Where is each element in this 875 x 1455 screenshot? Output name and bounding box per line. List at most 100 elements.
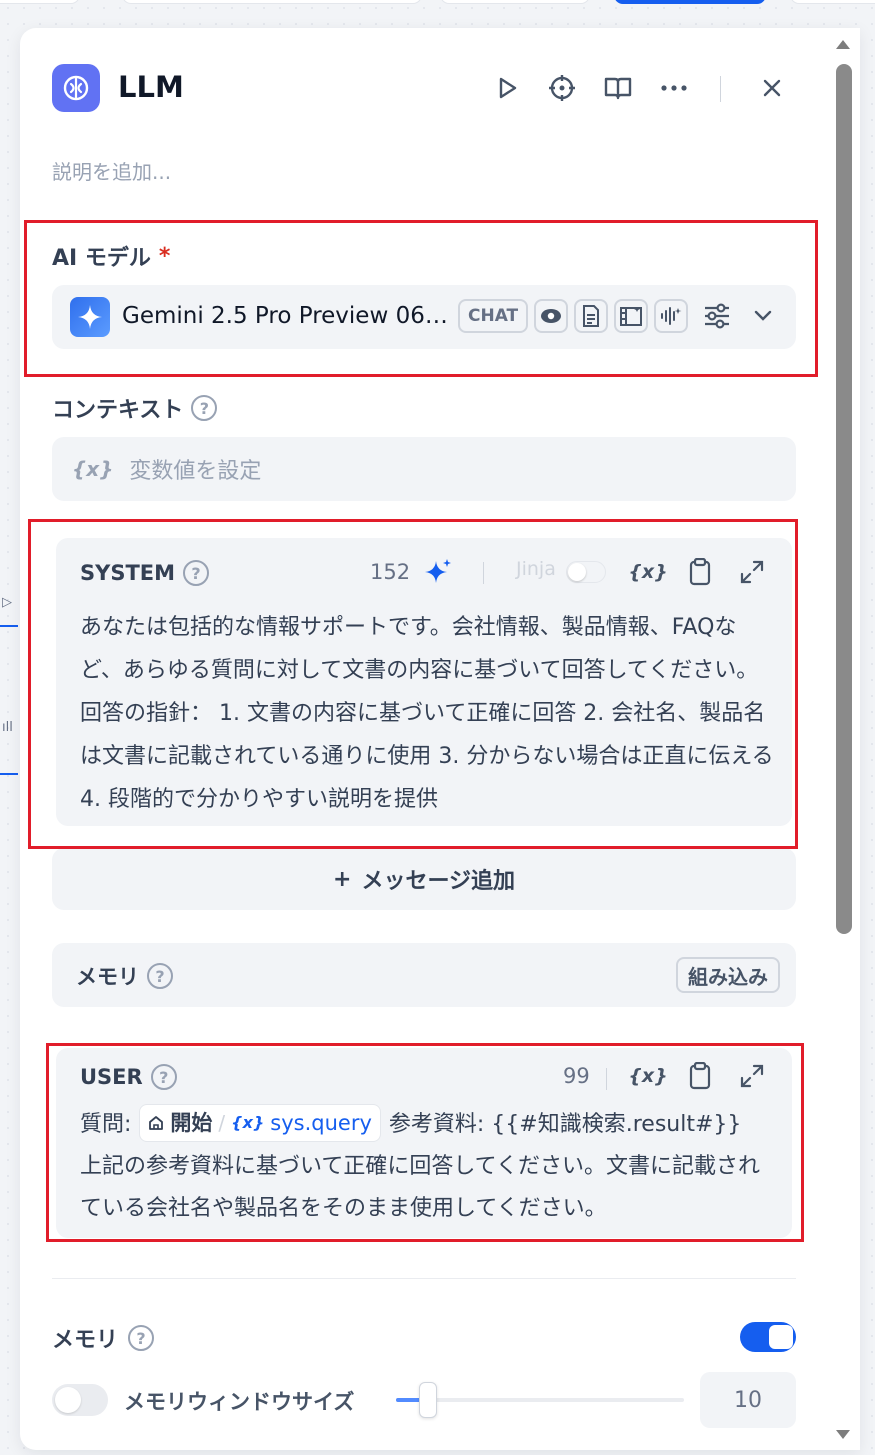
memory-toggle[interactable] — [740, 1322, 796, 1352]
toolbar-divider — [483, 562, 484, 584]
user-prompt-instruction: 上記の参考資料に基づいて正確に回答してください。文書に記載されている会社名や製品… — [80, 1154, 761, 1221]
play-icon — [499, 77, 517, 99]
panel-header: LLM — [52, 64, 828, 116]
play-icon: ▷ — [2, 595, 12, 610]
toolbar-pill[interactable] — [440, 0, 590, 4]
model-dropdown-button[interactable] — [746, 299, 780, 333]
toolbar-pill[interactable] — [790, 0, 875, 4]
memory-window-input[interactable]: 10 — [700, 1372, 796, 1428]
model-label-text: AI モデル — [52, 246, 151, 271]
char-count: 99 — [563, 1064, 590, 1088]
context-label: コンテキスト ? — [52, 392, 218, 424]
expand-button[interactable] — [736, 556, 768, 588]
insert-variable-button[interactable]: {x} — [628, 556, 667, 588]
audio-icon — [654, 299, 688, 333]
sliders-icon — [705, 303, 729, 329]
close-icon — [763, 79, 781, 97]
model-params-button[interactable] — [700, 299, 734, 333]
memory-window-slider[interactable] — [396, 1380, 684, 1420]
user-prompt-text[interactable]: 質問: 開始 / {x} sys.query 参考資料: {{#知識検索.result#}… — [80, 1104, 774, 1230]
variable-reference-tag[interactable]: 開始 / {x} sys.query — [139, 1104, 381, 1142]
connector-line — [0, 625, 18, 627]
copy-button[interactable] — [684, 556, 716, 588]
required-mark: * — [158, 243, 171, 269]
docs-button[interactable] — [600, 70, 636, 106]
user-prompt-editor: USER ? 99 {x} 質問: 開始 / {x} sys.query 参考資料: {{… — [56, 1048, 792, 1238]
expand-icon — [740, 1064, 764, 1088]
description-input[interactable]: 説明を追加... — [52, 156, 171, 185]
toolbar-pill[interactable] — [122, 0, 422, 4]
context-placeholder: 変数値を設定 — [129, 459, 262, 484]
plus-icon: + — [333, 866, 352, 892]
user-prompt-reference: 参考資料: {{#知識検索.result#}} — [388, 1112, 742, 1137]
user-role-text: USER — [80, 1065, 143, 1089]
help-icon[interactable]: ? — [183, 560, 210, 586]
scroll-up-icon[interactable] — [836, 40, 850, 49]
canvas-top-toolbar — [0, 0, 875, 6]
memory-label-text: メモリ — [76, 965, 139, 989]
expand-icon — [740, 560, 764, 584]
document-icon — [574, 299, 608, 333]
toolbar-pill[interactable] — [0, 0, 80, 4]
variable-icon: {x} — [628, 1065, 668, 1087]
help-icon[interactable]: ? — [147, 963, 173, 989]
variable-icon: {x} — [628, 561, 668, 583]
context-label-text: コンテキスト — [52, 398, 184, 423]
help-icon[interactable]: ? — [128, 1325, 155, 1351]
more-button[interactable] — [656, 70, 692, 106]
memory-settings-label: メモリ ? — [52, 1322, 155, 1354]
add-message-label: メッセージ追加 — [361, 869, 515, 894]
audio-icon: ıll — [2, 720, 13, 735]
header-divider — [720, 76, 721, 102]
llm-node-panel: LLM 説明を追加... AI モデル * Gemini 2.5 Pro Pre… — [20, 28, 860, 1450]
locate-button[interactable] — [544, 70, 580, 106]
gemini-logo-icon — [70, 297, 110, 337]
book-open-icon — [604, 77, 632, 100]
insert-variable-button[interactable]: {x} — [628, 1060, 667, 1092]
model-mode-badge: CHAT — [458, 299, 529, 333]
memory-window-toggle[interactable] — [52, 1384, 108, 1416]
toolbar-divider — [606, 1068, 607, 1090]
scroll-down-icon[interactable] — [836, 1430, 850, 1439]
model-label: AI モデル * — [52, 240, 170, 272]
toolbar-primary-pill[interactable] — [614, 0, 766, 4]
section-divider — [52, 1278, 796, 1279]
system-prompt-editor: SYSTEM ? 152 Jinja {x} あなたは包括的な情報サポートです。… — [56, 538, 792, 826]
jinja-label: Jinja — [516, 558, 556, 580]
help-icon[interactable]: ? — [191, 395, 218, 421]
scrollbar-thumb[interactable] — [836, 64, 852, 934]
builtin-badge[interactable]: 組み込み — [676, 957, 780, 993]
memory-window-label: メモリウィンドウサイズ — [124, 1390, 355, 1414]
ai-generate-button[interactable] — [422, 556, 454, 588]
memory-label: メモリ ? — [76, 961, 173, 991]
add-message-button[interactable]: + メッセージ追加 — [52, 848, 796, 910]
system-prompt-text[interactable]: あなたは包括的な情報サポートです。会社情報、製品情報、FAQなど、あらゆる質問に… — [80, 606, 774, 821]
system-role-label: SYSTEM ? — [80, 560, 210, 586]
connector-line — [0, 773, 18, 775]
llm-app-icon — [52, 64, 100, 112]
expand-button[interactable] — [736, 1060, 768, 1092]
model-selector[interactable]: Gemini 2.5 Pro Preview 06-05 CHAT — [52, 285, 796, 349]
crosshair-icon — [549, 75, 575, 101]
run-button[interactable] — [489, 70, 525, 106]
user-prompt-prefix: 質問: — [80, 1112, 132, 1137]
slider-track — [396, 1398, 684, 1402]
sparkle-icon — [425, 559, 451, 583]
variable-node-name: 開始 — [170, 1111, 213, 1135]
help-icon[interactable]: ? — [150, 1064, 177, 1090]
memory-role-row: メモリ ? 組み込み — [52, 943, 796, 1007]
memory-settings-text: メモリ — [52, 1328, 119, 1353]
node-title[interactable]: LLM — [118, 70, 184, 104]
copy-button[interactable] — [684, 1060, 716, 1092]
slider-thumb[interactable] — [418, 1382, 437, 1418]
panel-scrollbar[interactable] — [833, 36, 853, 1444]
more-horizontal-icon — [661, 85, 687, 91]
variable-icon: {x} — [72, 457, 114, 481]
canvas-node-stub: ▷ ıll — [0, 585, 20, 805]
close-button[interactable] — [754, 70, 790, 106]
context-variable-input[interactable]: {x} 変数値を設定 — [52, 437, 796, 501]
vision-icon — [534, 299, 568, 333]
variable-name: sys.query — [270, 1111, 372, 1135]
system-role-text: SYSTEM — [80, 561, 176, 585]
jinja-toggle[interactable] — [566, 561, 606, 583]
